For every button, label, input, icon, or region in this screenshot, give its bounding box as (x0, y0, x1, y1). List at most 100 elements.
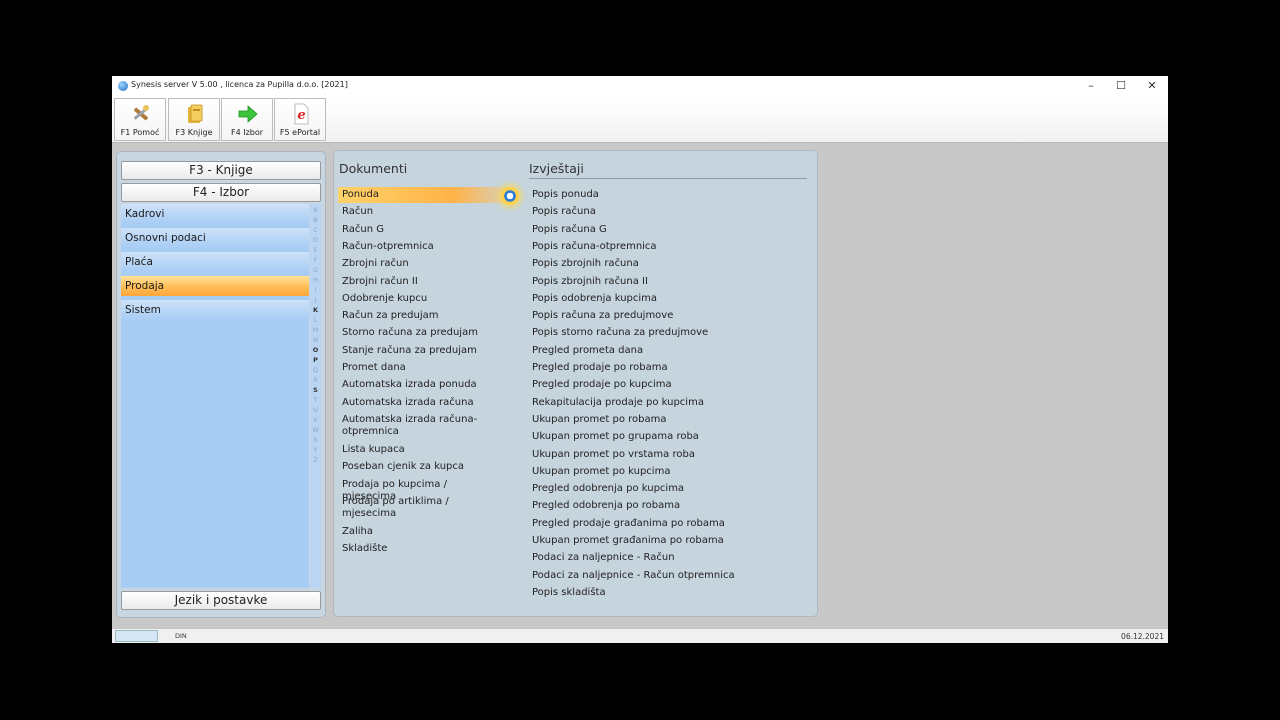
alphabet-letter[interactable]: G (310, 265, 321, 275)
izvjestaj-item[interactable]: Rekapitulacija prodaje po kupcima (532, 397, 704, 409)
currency-label: DIN (175, 632, 187, 640)
select-button[interactable]: F4 Izbor (221, 98, 273, 141)
cursor-highlight-icon (501, 187, 519, 205)
izvjestaj-item[interactable]: Ukupan promet po robama (532, 414, 666, 426)
alphabet-letter[interactable]: K (310, 305, 321, 315)
dokument-item[interactable]: Automatska izrada računa-otpremnica (342, 414, 502, 438)
books-button[interactable]: F3 Knjige (168, 98, 220, 141)
izvjestaj-item[interactable]: Popis računa-otpremnica (532, 241, 657, 253)
alphabet-letter[interactable]: Y (310, 445, 321, 455)
category-list: Kadrovi Osnovni podaci Plaća Prodaja Sistem (121, 204, 309, 588)
izvjestaj-item[interactable]: Pregled prometa dana (532, 345, 643, 357)
izvjestaj-item[interactable]: Popis računa G (532, 224, 607, 236)
alphabet-letter[interactable]: V (310, 415, 321, 425)
izvjestaj-item[interactable]: Popis storno računa za predujmove (532, 327, 708, 339)
izvjestaji-heading: Izvještaji (529, 161, 584, 176)
izvjestaj-item[interactable]: Pregled odobrenja po robama (532, 500, 680, 512)
language-settings-button[interactable]: Jezik i postavke (121, 591, 321, 610)
alphabet-letter[interactable]: J (310, 295, 321, 305)
knjige-button[interactable]: F3 - Knjige (121, 161, 321, 180)
alphabet-letter[interactable]: D (310, 235, 321, 245)
category-item-sistem[interactable]: Sistem (121, 300, 309, 320)
alphabet-letter[interactable]: T (310, 395, 321, 405)
alphabet-letter[interactable]: F (310, 255, 321, 265)
folder-icon (188, 104, 203, 123)
izvjestaj-item[interactable]: Popis odobrenja kupcima (532, 293, 657, 305)
minimize-button[interactable]: – (1082, 78, 1100, 94)
dokument-item[interactable]: Prodaja po artiklima / mjesecima (342, 496, 502, 520)
alphabet-letter[interactable]: Z (310, 455, 321, 465)
alphabet-letter[interactable]: S (310, 385, 321, 395)
dokument-item[interactable]: Automatska izrada ponuda (342, 379, 502, 391)
dokumenti-heading: Dokumenti (339, 161, 408, 176)
izvjestaj-item[interactable]: Podaci za naljepnice - Račun otpremnica (532, 570, 735, 582)
izvjestaj-item[interactable]: Ukupan promet po grupama roba (532, 431, 699, 443)
izvjestaji-divider (529, 178, 807, 179)
izvjestaj-item[interactable]: Pregled prodaje građanima po robama (532, 518, 725, 530)
alphabet-letter[interactable]: E (310, 245, 321, 255)
alphabet-letter[interactable]: O (310, 345, 321, 355)
izvjestaj-item[interactable]: Popis ponuda (532, 189, 599, 201)
alphabet-letter[interactable]: I (310, 285, 321, 295)
alphabet-letter[interactable]: M (310, 325, 321, 335)
alphabet-letter[interactable]: A (310, 205, 321, 215)
izvjestaj-item[interactable]: Ukupan promet građanima po robama (532, 535, 724, 547)
alphabet-letter[interactable]: P (310, 355, 321, 365)
dokument-item[interactable]: Storno računa za predujam (342, 327, 502, 339)
dokument-item[interactable]: Poseban cjenik za kupca (342, 461, 502, 473)
alphabet-letter[interactable]: L (310, 315, 321, 325)
izvjestaj-item[interactable]: Popis računa za predujmove (532, 310, 673, 322)
maximize-button[interactable]: ☐ (1112, 78, 1130, 94)
title-bar[interactable]: Synesis server V 5.00 , licenca za Pupil… (112, 76, 1168, 96)
izvjestaj-item[interactable]: Popis zbrojnih računa II (532, 276, 648, 288)
eportal-icon: e (294, 103, 309, 125)
dokument-item[interactable]: Zbrojni račun II (342, 276, 502, 288)
category-item-kadrovi[interactable]: Kadrovi (121, 204, 309, 224)
category-item-osnovni-podaci[interactable]: Osnovni podaci (121, 228, 309, 248)
izvjestaj-item[interactable]: Popis zbrojnih računa (532, 258, 639, 270)
izbor-button[interactable]: F4 - Izbor (121, 183, 321, 202)
alphabet-letter[interactable]: N (310, 335, 321, 345)
left-navigation-panel: F3 - Knjige F4 - Izbor Kadrovi Osnovni po… (116, 151, 326, 618)
dokument-item[interactable]: Lista kupaca (342, 444, 502, 456)
window-title: Synesis server V 5.00 , licenca za Pupil… (131, 80, 348, 89)
arrow-right-icon (238, 105, 258, 123)
alphabet-letter[interactable]: R (310, 375, 321, 385)
dokument-item[interactable]: Odobrenje kupcu (342, 293, 502, 305)
alphabet-letter[interactable]: Q (310, 365, 321, 375)
alphabet-letter[interactable]: X (310, 435, 321, 445)
izvjestaj-item[interactable]: Podaci za naljepnice - Račun (532, 552, 675, 564)
alphabet-letter[interactable]: B (310, 215, 321, 225)
dokument-item[interactable]: Račun-otpremnica (342, 241, 502, 253)
izvjestaj-item[interactable]: Pregled prodaje po robama (532, 362, 668, 374)
izvjestaj-item[interactable]: Ukupan promet po kupcima (532, 466, 670, 478)
help-button[interactable]: F1 Pomoć (114, 98, 166, 141)
izvjestaj-item[interactable]: Ukupan promet po vrstama roba (532, 449, 695, 461)
dokument-item[interactable]: Automatska izrada računa (342, 397, 502, 409)
alphabet-index[interactable]: ABCDEFGHIJKLMNOPQRSTUVWXYZ (310, 204, 321, 588)
izvjestaj-item[interactable]: Popis računa (532, 206, 596, 218)
alphabet-letter[interactable]: C (310, 225, 321, 235)
status-bar: DIN 06.12.2021 (112, 628, 1168, 643)
dokument-item[interactable]: Stanje računa za predujam (342, 345, 502, 357)
izvjestaj-item[interactable]: Popis skladišta (532, 587, 606, 599)
category-item-plaća[interactable]: Plaća (121, 252, 309, 272)
close-button[interactable]: ✕ (1143, 78, 1161, 94)
eportal-button-label: F5 ePortal (279, 128, 321, 137)
dokument-item[interactable]: Skladište (342, 543, 502, 555)
dokument-item[interactable]: Zaliha (342, 526, 502, 538)
dokument-item[interactable]: Račun za predujam (342, 310, 502, 322)
dokument-item[interactable]: Račun G (342, 224, 502, 236)
alphabet-letter[interactable]: W (310, 425, 321, 435)
eportal-button[interactable]: e F5 ePortal (274, 98, 326, 141)
izvjestaj-item[interactable]: Pregled prodaje po kupcima (532, 379, 672, 391)
alphabet-letter[interactable]: U (310, 405, 321, 415)
select-button-label: F4 Izbor (230, 128, 264, 137)
category-item-prodaja[interactable]: Prodaja (121, 276, 309, 296)
dokument-item[interactable]: Račun (342, 206, 502, 218)
dokument-item[interactable]: Promet dana (342, 362, 502, 374)
dokument-item[interactable]: Ponuda (338, 187, 514, 203)
izvjestaj-item[interactable]: Pregled odobrenja po kupcima (532, 483, 684, 495)
dokument-item[interactable]: Zbrojni račun (342, 258, 502, 270)
alphabet-letter[interactable]: H (310, 275, 321, 285)
